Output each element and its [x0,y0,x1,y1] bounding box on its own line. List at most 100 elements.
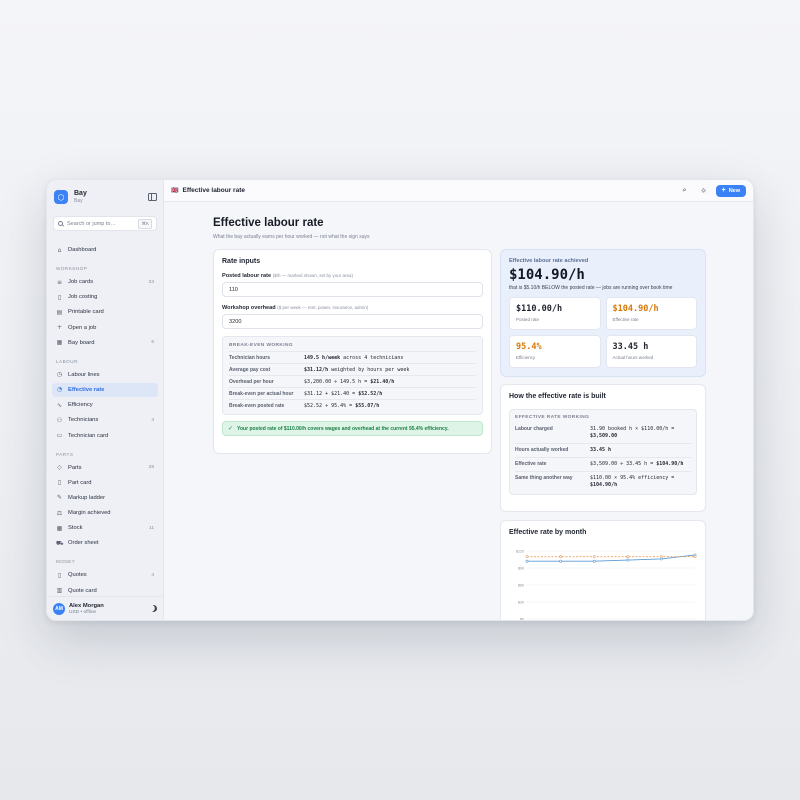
working-row-label: Break-even posted rate [229,402,285,409]
sidebar-item-quotes[interactable]: ▯ Quotes 4 [52,568,158,582]
user-panel[interactable]: AM Alex Morgan USD • offline [47,596,163,620]
sidebar-item-label: Labour lines [68,371,100,378]
working-row: Labour charged 31.90 booked h × $110.00/h… [515,423,691,443]
sidebar-item-order-sheet[interactable]: ⛟ Order sheet [52,536,158,550]
achieved-rate-card: Effective labour rate achieved $104.90/h… [500,249,706,377]
sidebar-item-bay-board[interactable]: ▦ Bay board 6 [52,336,158,350]
clock-icon: ◷ [56,371,63,379]
calculator-icon: ▥ [56,587,63,595]
sidebar-item-job-costing[interactable]: ▯ Job costing [52,290,158,304]
sidebar-item-label: Job costing [68,294,98,301]
working-row-value: $3,200.00 ÷ 149.5 h = $21.40/h [304,379,394,385]
sidebar-item-labour-lines[interactable]: ◷ Labour lines [52,368,158,382]
rate-line-chart: $0$30$60$90$120Mar Apr May Jun Jul Aug [516,550,697,621]
sidebar-item-count: 6 [151,340,154,346]
sidebar-item-margin-achieved[interactable]: ⚖ Margin achieved [52,506,158,520]
sidebar-item-label: Effective rate [68,386,105,393]
stat-tile: 33.45 h Actual hours worked [605,335,697,368]
working-row-label: Overhead per hour [229,378,274,385]
grid-icon: ▦ [56,339,63,347]
sidebar-item-stock[interactable]: ▦ Stock 11 [52,521,158,535]
document-icon: ▯ [57,293,62,301]
sidebar-section-title: WORKSHOP [56,266,88,271]
sidebar-item-dashboard[interactable]: ⌂ Dashboard [52,243,158,257]
sidebar-item-effective-rate[interactable]: ◔ Effective rate [52,382,158,397]
sidebar-item-label: Markup ladder [68,494,106,501]
how-built-title: How the effective rate is built [509,393,606,400]
working-value-part: weighted by hours per week [328,366,410,373]
effective-rate-working: EFFECTIVE RATE WORKING Labour charged 31.… [509,409,697,495]
working-value-part: $31.12/h [304,366,329,373]
working-row-label: Hours actually worked [515,447,569,453]
stat-tile: 95.4% Efficiency [509,335,601,368]
data-point [626,555,630,559]
working-value-part: 33.45 h [590,447,612,453]
working-row-value: $31.12 + $21.40 = $52.52/h [304,391,382,397]
chart-title: Effective rate by month [509,529,587,536]
topbar: 🇬🇧 Effective labour rate ⌕ ☼ + New [164,180,753,202]
y-tick-label: $120 [516,550,524,554]
home-icon: ⌂ [57,246,62,254]
rate-inputs-title: Rate inputs [222,258,261,265]
working-row: Effective rate $3,509.00 ÷ 33.45 h = $104… [515,457,691,471]
sun-icon[interactable]: ☼ [697,184,711,198]
working-row-label: Average pay cost [229,366,271,373]
effective-working-title: EFFECTIVE RATE WORKING [515,415,590,420]
tag-icon: ◇ [57,464,62,471]
content: Effective labour rate What the bay actua… [164,202,753,620]
achieved-value: $104.90/h [509,267,585,283]
sidebar-item-printable-card[interactable]: ▤ Printable card [52,305,158,319]
new-button[interactable]: + New [715,184,746,197]
sidebar-item-parts[interactable]: ◇ Parts 28 [52,461,158,475]
data-point [559,555,563,559]
success-banner: ✓ Your posted rate of $110.00/h covers w… [222,421,483,436]
app-window: ⬡ Bay Bay Search or jump to… ⌘K ⌂ Dashbo… [46,179,754,621]
user-status: USD • offline [69,609,97,615]
stat-value: $110.00/h [516,304,563,314]
working-value-part: $31.12 + $21.40 = [304,390,359,397]
data-point [659,557,663,561]
sidebar-item-open-a-job[interactable]: + Open a job [52,321,158,335]
search-shortcut: ⌘K [138,218,152,229]
search-input[interactable]: Search or jump to… ⌘K [53,216,157,231]
search-icon[interactable]: ⌕ [678,184,692,198]
working-row: Hours actually worked 33.45 h [515,443,691,457]
y-tick-label: $0 [520,618,524,621]
working-value-part: 31.90 booked h × $110.00/h = [590,426,678,432]
sidebar-item-count: 4 [151,572,154,578]
sidebar-item-markup-ladder[interactable]: ✎ Markup ladder [52,491,158,505]
moon-icon[interactable] [149,604,158,613]
y-tick-label: $30 [518,601,524,605]
sidebar-item-technicians[interactable]: ⚇ Technicians 4 [52,413,158,427]
posted-rate-label: Posted labour rate [222,273,272,279]
sidebar-item-count: 28 [148,465,154,470]
working-value-part: $52.52/h [358,390,383,397]
stat-label: Posted rate [516,317,540,322]
flag-icon: 🇬🇧 [171,187,179,194]
stat-label: Efficiency [516,355,536,360]
rate-chart-card: Effective rate by month $0 $30 $60 $90 $120 M… [500,520,706,620]
working-row: Overhead per hour $3,200.00 ÷ 149.5 h = $… [229,375,476,387]
sidebar-item-label: Printable card [68,309,104,316]
avatar: AM [53,602,65,615]
gauge-icon: ◔ [56,386,63,394]
posted-rate-input[interactable]: 110 [222,282,483,297]
working-row: Break-even per actual hour $31.12 + $21.4… [229,387,476,399]
sidebar-item-job-cards[interactable]: ≡ Job cards 23 [52,275,158,289]
overhead-input[interactable]: 3200 [222,314,483,329]
main: 🇬🇧 Effective labour rate ⌕ ☼ + New Effect… [164,180,753,620]
stat-label: Actual hours worked [612,355,654,360]
plus-icon: + [56,324,63,332]
sidebar-item-technician-card[interactable]: ▭ Technician card [52,429,158,443]
working-value-part: 149.5 h/week [304,354,341,361]
sidebar-item-efficiency[interactable]: ∿ Efficiency [52,398,158,412]
sidebar-item-label: Order sheet [68,540,99,547]
stat-label: Effective rate [612,317,639,322]
sidebar-toggle-icon[interactable] [148,193,157,201]
sidebar-item-quote-card[interactable]: ▥ Quote card [52,584,158,596]
document-icon: ▯ [57,479,62,487]
search-icon [58,221,63,226]
working-row: Technician hours 149.5 h/week across 4 te… [229,351,476,363]
stat-value: 33.45 h [612,342,649,352]
sidebar-item-part-card[interactable]: ▯ Part card [52,476,158,490]
